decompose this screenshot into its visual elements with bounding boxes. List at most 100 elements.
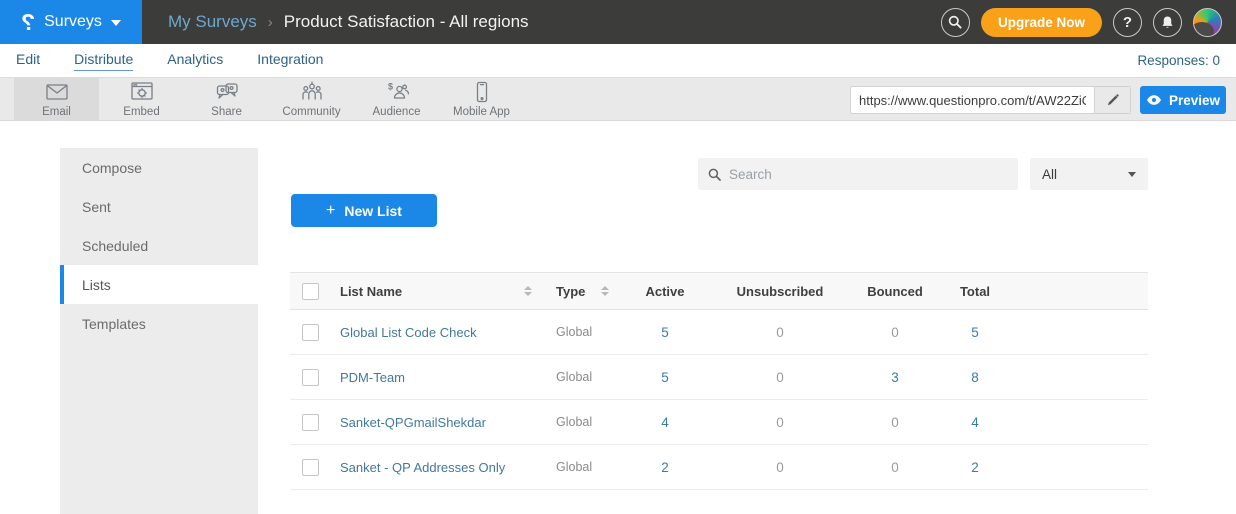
email-sidebar: Compose Sent Scheduled Lists Templates xyxy=(60,148,258,514)
tab-edit[interactable]: Edit xyxy=(16,51,40,71)
active-count[interactable]: 5 xyxy=(630,325,700,340)
unsubscribed-count[interactable]: 0 xyxy=(700,415,860,430)
active-count[interactable]: 4 xyxy=(630,415,700,430)
col-type: Type xyxy=(556,284,585,299)
page: ? Surveys My Surveys › Product Satisfact… xyxy=(0,0,1236,514)
sidebar-item-sent[interactable]: Sent xyxy=(60,187,258,226)
top-header: ? Surveys My Surveys › Product Satisfact… xyxy=(0,0,1236,44)
list-name-link[interactable]: Sanket - QP Addresses Only xyxy=(340,460,536,475)
table-header-row: List Name Type Active Unsubscribed Bounc… xyxy=(290,272,1148,310)
table-row: PDM-Team Global 5 0 3 8 xyxy=(290,355,1148,400)
active-count[interactable]: 2 xyxy=(630,460,700,475)
eye-icon xyxy=(1146,94,1162,106)
sidebar-item-scheduled[interactable]: Scheduled xyxy=(60,226,258,265)
sort-type-icon[interactable] xyxy=(601,286,609,296)
community-icon xyxy=(299,80,325,104)
row-checkbox[interactable] xyxy=(302,459,319,476)
bell-icon xyxy=(1160,15,1175,30)
edit-url-button[interactable] xyxy=(1094,87,1130,113)
list-name-link[interactable]: Sanket-QPGmailShekdar xyxy=(340,415,536,430)
breadcrumb: My Surveys › Product Satisfaction - All … xyxy=(168,12,529,32)
unsubscribed-count[interactable]: 0 xyxy=(700,325,860,340)
select-all-checkbox[interactable] xyxy=(302,283,319,300)
product-switcher[interactable]: ? Surveys xyxy=(0,0,142,44)
list-type: Global xyxy=(536,370,630,384)
preview-label: Preview xyxy=(1169,93,1220,108)
row-checkbox[interactable] xyxy=(302,369,319,386)
filter-dropdown[interactable]: All xyxy=(1030,158,1148,190)
col-list-name: List Name xyxy=(340,284,402,299)
row-checkbox[interactable] xyxy=(302,324,319,341)
pencil-icon xyxy=(1106,93,1120,107)
help-button[interactable]: ? xyxy=(1113,8,1142,37)
channel-embed-label: Embed xyxy=(123,106,159,118)
bounced-count[interactable]: 0 xyxy=(860,460,930,475)
chevron-down-icon xyxy=(1128,172,1136,177)
sidebar-item-templates[interactable]: Templates xyxy=(60,304,258,343)
list-type: Global xyxy=(536,460,630,474)
bounced-count[interactable]: 0 xyxy=(860,325,930,340)
channel-community-label: Community xyxy=(282,106,340,118)
tab-analytics[interactable]: Analytics xyxy=(167,51,223,71)
table-row: Sanket - QP Addresses Only Global 2 0 0 … xyxy=(290,445,1148,490)
channel-share-label: Share xyxy=(211,106,242,118)
new-list-button[interactable]: + New List xyxy=(291,194,437,227)
sidebar-item-compose[interactable]: Compose xyxy=(60,148,258,187)
bounced-count[interactable]: 3 xyxy=(860,370,930,385)
channel-community[interactable]: Community xyxy=(269,78,354,120)
channel-audience-label: Audience xyxy=(373,106,421,118)
search-row: All xyxy=(290,158,1148,190)
channel-mobile-app[interactable]: Mobile App xyxy=(439,78,524,120)
upgrade-now-button[interactable]: Upgrade Now xyxy=(981,8,1102,37)
filter-value: All xyxy=(1042,167,1057,182)
list-name-link[interactable]: PDM-Team xyxy=(340,370,536,385)
search-icon xyxy=(948,15,962,29)
tab-distribute[interactable]: Distribute xyxy=(74,51,133,71)
email-icon xyxy=(44,80,70,104)
table-row: Sanket-QPGmailShekdar Global 4 0 0 4 xyxy=(290,400,1148,445)
plus-icon: + xyxy=(326,202,335,220)
search-icon xyxy=(708,168,721,181)
survey-url-field xyxy=(850,86,1131,114)
search-button[interactable] xyxy=(941,8,970,37)
channel-audience[interactable]: $ Audience xyxy=(354,78,439,120)
preview-button[interactable]: Preview xyxy=(1140,86,1226,114)
channel-mobile-app-label: Mobile App xyxy=(453,106,510,118)
tab-integration[interactable]: Integration xyxy=(257,51,323,71)
search-input[interactable] xyxy=(729,167,1008,182)
embed-icon xyxy=(129,80,155,104)
channel-embed[interactable]: Embed xyxy=(99,78,184,120)
row-checkbox[interactable] xyxy=(302,414,319,431)
responses-count[interactable]: Responses: 0 xyxy=(1137,53,1220,68)
questionpro-logo-icon: ? xyxy=(21,11,35,34)
list-type: Global xyxy=(536,415,630,429)
product-switcher-label: Surveys xyxy=(44,13,102,31)
unsubscribed-count[interactable]: 0 xyxy=(700,370,860,385)
total-count[interactable]: 8 xyxy=(930,370,1020,385)
user-avatar[interactable] xyxy=(1193,8,1222,37)
sidebar-item-lists[interactable]: Lists xyxy=(60,265,258,304)
survey-url-input[interactable] xyxy=(851,87,1094,113)
help-icon: ? xyxy=(1123,14,1132,31)
bounced-count[interactable]: 0 xyxy=(860,415,930,430)
col-active: Active xyxy=(630,284,700,299)
sort-list-name-icon[interactable] xyxy=(524,286,532,296)
page-title: Product Satisfaction - All regions xyxy=(284,12,529,32)
content-area: Compose Sent Scheduled Lists Templates A… xyxy=(0,121,1236,514)
unsubscribed-count[interactable]: 0 xyxy=(700,460,860,475)
mobile-app-icon xyxy=(469,80,495,104)
lists-table: List Name Type Active Unsubscribed Bounc… xyxy=(290,272,1148,490)
total-count[interactable]: 5 xyxy=(930,325,1020,340)
breadcrumb-my-surveys[interactable]: My Surveys xyxy=(168,12,257,32)
notifications-button[interactable] xyxy=(1153,8,1182,37)
col-total: Total xyxy=(930,284,1020,299)
search-box xyxy=(698,158,1018,190)
active-count[interactable]: 5 xyxy=(630,370,700,385)
total-count[interactable]: 2 xyxy=(930,460,1020,475)
total-count[interactable]: 4 xyxy=(930,415,1020,430)
channel-share[interactable]: Share xyxy=(184,78,269,120)
channel-email[interactable]: Email xyxy=(14,78,99,120)
list-name-link[interactable]: Global List Code Check xyxy=(340,325,536,340)
distribute-toolbar: Email Embed xyxy=(0,77,1236,121)
lists-panel: All + New List List Name xyxy=(290,121,1148,514)
